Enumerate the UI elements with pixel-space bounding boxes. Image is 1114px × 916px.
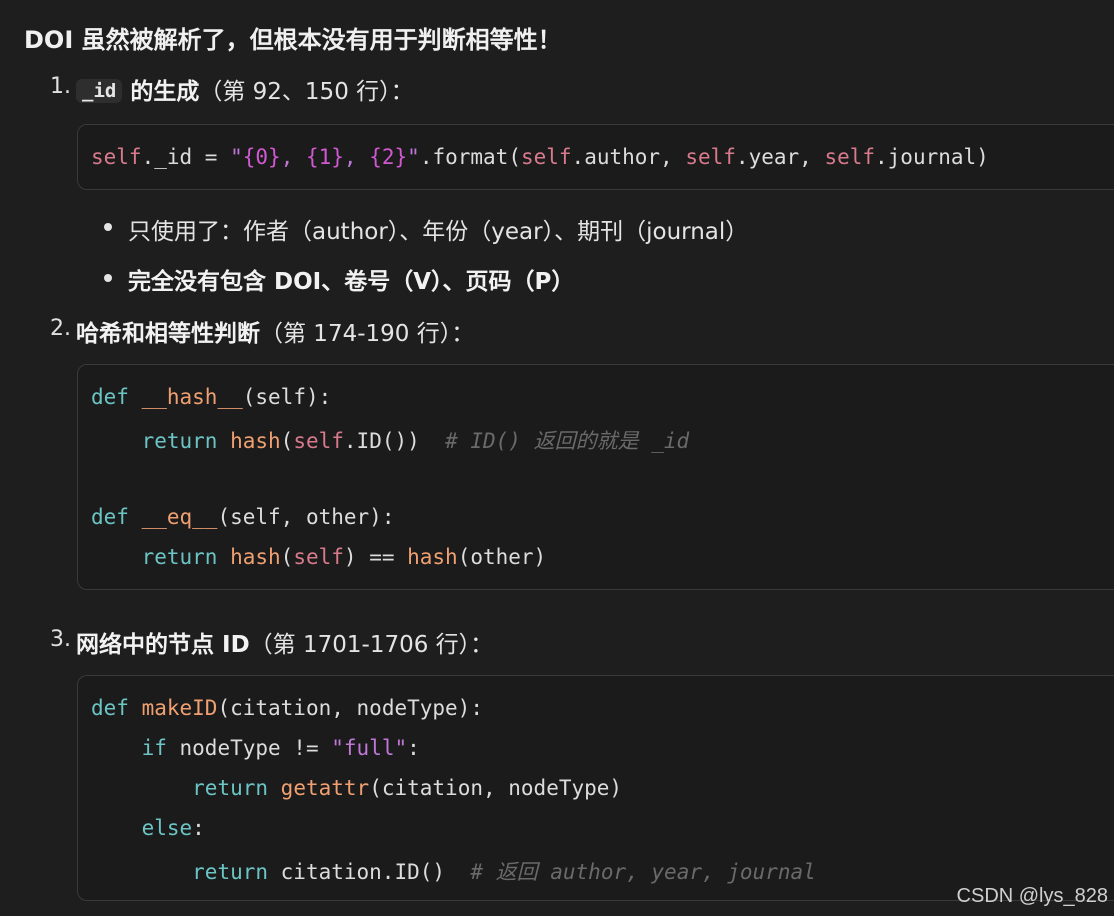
code-line: return hash(self.ID()) # ID() 返回的就是 _id xyxy=(141,429,690,453)
list-item-3-suffix: （第 1701-1706 行）： xyxy=(249,632,494,658)
inline-code-id: _id xyxy=(76,79,123,103)
list-item-1-suffix: （第 92、150 行）： xyxy=(199,79,414,105)
code-block-2[interactable]: def __hash__(self): return hash(self.ID(… xyxy=(77,364,1114,590)
code-line: def __hash__(self): xyxy=(91,385,332,409)
bullet-dot xyxy=(104,274,112,282)
watermark: CSDN @lys_828 xyxy=(956,885,1108,907)
list-number-2: 2. xyxy=(50,316,71,341)
list-item-3-title: 网络中的节点 ID xyxy=(76,632,250,658)
code-line: def makeID(citation, nodeType): xyxy=(91,696,483,720)
list-item-2: 哈希和相等性判断（第 174-190 行）： xyxy=(76,314,474,348)
list-item-2-title: 哈希和相等性判断 xyxy=(76,321,260,347)
list-item-3: 网络中的节点 ID（第 1701-1706 行）： xyxy=(76,625,493,659)
bullet-item-1: 只使用了：作者（author）、年份（year）、期刊（journal） xyxy=(128,219,749,245)
code-block-3[interactable]: def makeID(citation, nodeType): if nodeT… xyxy=(77,675,1114,901)
code-line: def __eq__(self, other): xyxy=(91,505,395,529)
code-block-1[interactable]: self._id = "{0}, {1}, {2}".format(self.a… xyxy=(77,124,1114,190)
list-item-2-suffix: （第 174-190 行）： xyxy=(260,321,475,347)
code-line: else: xyxy=(141,816,205,840)
code-line: return getattr(citation, nodeType) xyxy=(192,776,623,800)
list-number-1: 1. xyxy=(50,74,71,99)
bullet-dot xyxy=(104,223,112,231)
list-item-1-title: 的生成 xyxy=(122,79,200,105)
code-line: self._id = "{0}, {1}, {2}".format(self.a… xyxy=(91,145,989,169)
list-item-1: _id 的生成（第 92、150 行）： xyxy=(76,72,414,106)
code-line: return citation.ID() # 返回 author, year, … xyxy=(192,860,816,884)
bullet-item-2: 完全没有包含 DOI、卷号（V）、页码（P） xyxy=(128,269,575,295)
code-line: return hash(self) == hash(other) xyxy=(141,545,547,569)
page-heading: DOI 虽然被解析了，但根本没有用于判断相等性！ xyxy=(24,26,562,54)
list-number-3: 3. xyxy=(50,627,71,652)
code-line: if nodeType != "full": xyxy=(141,736,420,760)
